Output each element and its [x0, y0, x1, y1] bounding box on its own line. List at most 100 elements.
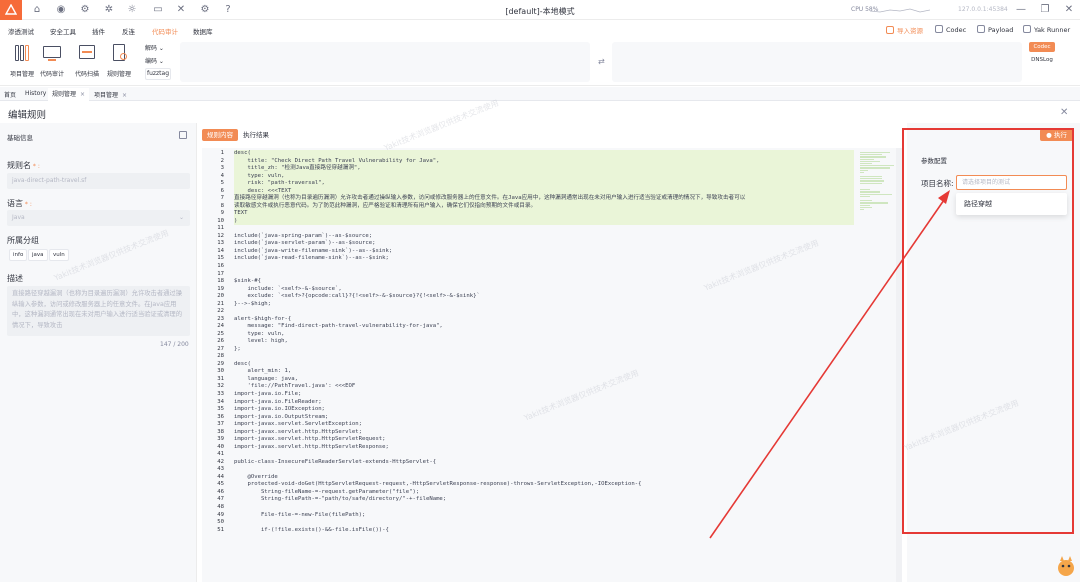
- code-line[interactable]: import-javax.servlet.http.HttpServlet;: [234, 429, 854, 437]
- run-button[interactable]: ● 执行: [1040, 129, 1073, 141]
- code-line[interactable]: [234, 466, 854, 474]
- mascot-icon[interactable]: [1056, 555, 1076, 577]
- tab-exec-result[interactable]: 执行结果: [238, 129, 274, 141]
- codec-input-area[interactable]: [180, 42, 590, 82]
- code-line[interactable]: title: "Check Direct Path Travel Vulnera…: [234, 157, 854, 166]
- code-line[interactable]: [234, 271, 854, 279]
- code-line[interactable]: [234, 263, 854, 271]
- menu-plugins[interactable]: 插件: [92, 26, 105, 36]
- code-line[interactable]: [234, 308, 854, 316]
- code-line[interactable]: if-(!file.exists()-&&-file.isFile())-{: [234, 527, 854, 535]
- code-line[interactable]: };: [234, 346, 854, 354]
- code-line[interactable]: title_zh: "检测Java直接路径穿越漏洞",: [234, 165, 854, 173]
- code-editor[interactable]: 1 2 3 4 5 6 7 8 9 10 11 12 13 14 15 16 17 18 19 20 21 22 23 24 2…: [202, 148, 902, 582]
- close-icon[interactable]: ✕: [1060, 107, 1068, 118]
- description-textarea[interactable]: 直接路径穿越漏洞（也称为目录遍历漏洞）允许攻击者通过操纵输入参数，访问或修改服务…: [7, 286, 190, 336]
- tab-rule-manage[interactable]: 规则管理 ×: [48, 88, 90, 101]
- close-tab-icon[interactable]: ×: [122, 92, 127, 99]
- terminal-icon[interactable]: ▭: [152, 4, 164, 16]
- rule-name-input[interactable]: java-direct-path-travel.sf: [7, 173, 190, 189]
- code-line[interactable]: type: vuln,: [234, 172, 854, 181]
- close-icon[interactable]: ✕: [1062, 3, 1076, 17]
- code-line[interactable]: desc(: [234, 150, 854, 158]
- code-line[interactable]: File-file-=-new-File(filePath);: [234, 512, 854, 520]
- code-line[interactable]: [234, 353, 854, 361]
- codec-output-area[interactable]: [612, 42, 1022, 82]
- import-resource-button[interactable]: 导入资源: [886, 25, 923, 35]
- code-line[interactable]: }-->-$high;: [234, 301, 854, 309]
- code-line[interactable]: import-java.io.OutputStream;: [234, 414, 854, 422]
- code-line[interactable]: [234, 504, 854, 512]
- dnslog-tag[interactable]: DNSLog: [1029, 55, 1055, 65]
- code-line[interactable]: ): [234, 217, 854, 226]
- tools-icon[interactable]: ✕: [175, 4, 187, 16]
- group-tag[interactable]: info: [9, 249, 28, 261]
- minimize-icon[interactable]: —: [1014, 3, 1028, 17]
- minimap[interactable]: [860, 152, 896, 222]
- group-tag[interactable]: vuln: [49, 249, 69, 261]
- code-scan-tool[interactable]: 代码扫描: [72, 43, 102, 78]
- code-content[interactable]: desc( title: "Check Direct Path Travel V…: [234, 150, 854, 534]
- fuzztag-button[interactable]: fuzztag: [145, 68, 171, 80]
- project-name-input[interactable]: 请选择项目的测试: [956, 175, 1067, 190]
- tab-home[interactable]: 首页: [4, 90, 16, 99]
- code-line[interactable]: 'file://PathTravel.java': <<<EOF: [234, 383, 854, 391]
- code-line[interactable]: import-java.io.File;: [234, 391, 854, 399]
- editor-scrollbar[interactable]: [896, 148, 902, 582]
- home-icon[interactable]: ⌂: [31, 4, 43, 16]
- menu-database[interactable]: 数据库: [193, 26, 213, 36]
- encode-select[interactable]: 编码 ⌄: [145, 56, 164, 65]
- code-line[interactable]: [234, 519, 854, 527]
- code-line[interactable]: protected-void-doGet(HttpServletRequest-…: [234, 481, 854, 489]
- code-line[interactable]: include(`java-read-filename-sink`)--as--…: [234, 255, 854, 263]
- code-line[interactable]: $sink-#{: [234, 278, 854, 286]
- menu-code-audit[interactable]: 代码审计: [152, 26, 178, 36]
- language-select[interactable]: Java ⌄: [7, 210, 190, 226]
- rule-manage-tool[interactable]: 规则管理: [104, 43, 134, 78]
- code-line[interactable]: [234, 451, 854, 459]
- code-line[interactable]: String-filePath-=-"path/to/safe/director…: [234, 496, 854, 504]
- code-line[interactable]: [234, 225, 854, 233]
- menu-security-tools[interactable]: 安全工具: [50, 26, 76, 36]
- code-line[interactable]: include(`java-write-filename-sink`)--as-…: [234, 248, 854, 256]
- menu-reverse[interactable]: 反连: [122, 26, 135, 36]
- project-manage-tool[interactable]: 项目管理: [7, 43, 37, 78]
- close-tab-icon[interactable]: ×: [80, 91, 85, 98]
- code-line[interactable]: alert-$high-for-{: [234, 316, 854, 324]
- maximize-icon[interactable]: ❐: [1038, 3, 1052, 17]
- help-icon[interactable]: ?: [222, 4, 234, 16]
- code-line[interactable]: message: "Find-direct-path-travel-vulner…: [234, 323, 854, 331]
- gear-icon[interactable]: ☼: [126, 4, 138, 16]
- code-line[interactable]: risk: "path-traversal",: [234, 180, 854, 188]
- code-line[interactable]: desc(: [234, 361, 854, 369]
- code-line[interactable]: include: `<self>-&-$source`,: [234, 286, 854, 294]
- code-line[interactable]: @Override: [234, 474, 854, 482]
- tab-rule-content[interactable]: 规则内容: [202, 129, 238, 141]
- code-line[interactable]: import-javax.servlet.http.HttpServletReq…: [234, 436, 854, 444]
- group-tag[interactable]: java: [28, 249, 48, 261]
- payload-button[interactable]: Payload: [977, 25, 1013, 34]
- codec-tag[interactable]: Codec: [1029, 42, 1055, 52]
- swap-icon[interactable]: ⇄: [598, 57, 605, 66]
- code-line[interactable]: String-fileName-=-request.getParameter("…: [234, 489, 854, 497]
- code-line[interactable]: import-java.io.IOException;: [234, 406, 854, 414]
- codec-button[interactable]: Codec: [935, 25, 966, 34]
- settings-icon[interactable]: ⚙: [79, 4, 91, 16]
- decode-select[interactable]: 解码 ⌄: [145, 43, 164, 52]
- code-line[interactable]: exclude: `<self>?{opcode:call}?{!<self>-…: [234, 293, 854, 301]
- tab-history[interactable]: History: [25, 90, 46, 97]
- code-line[interactable]: language: java,: [234, 376, 854, 384]
- code-line[interactable]: 直接路径穿越漏洞（也称为目录遍历漏洞）允许攻击者通过操纵输入参数，访问或修改服务…: [234, 195, 854, 203]
- code-line[interactable]: include(`java-spring-param`)--as-$source…: [234, 233, 854, 241]
- tab-project-manage[interactable]: 项目管理 ×: [94, 90, 127, 99]
- code-line[interactable]: alert_min: 1,: [234, 368, 854, 376]
- code-line[interactable]: import-java.io.FileReader;: [234, 399, 854, 407]
- code-line[interactable]: level: high,: [234, 338, 854, 346]
- config-icon[interactable]: ⚙: [199, 4, 211, 16]
- yakit-logo[interactable]: [0, 0, 22, 20]
- code-line[interactable]: import-javax.servlet.ServletException;: [234, 421, 854, 429]
- project-dropdown-option[interactable]: 路径穿越: [956, 193, 1067, 215]
- code-line[interactable]: type: vuln,: [234, 331, 854, 339]
- bug-icon[interactable]: ✲: [103, 4, 115, 16]
- code-line[interactable]: public-class-InsecureFileReaderServlet-e…: [234, 459, 854, 467]
